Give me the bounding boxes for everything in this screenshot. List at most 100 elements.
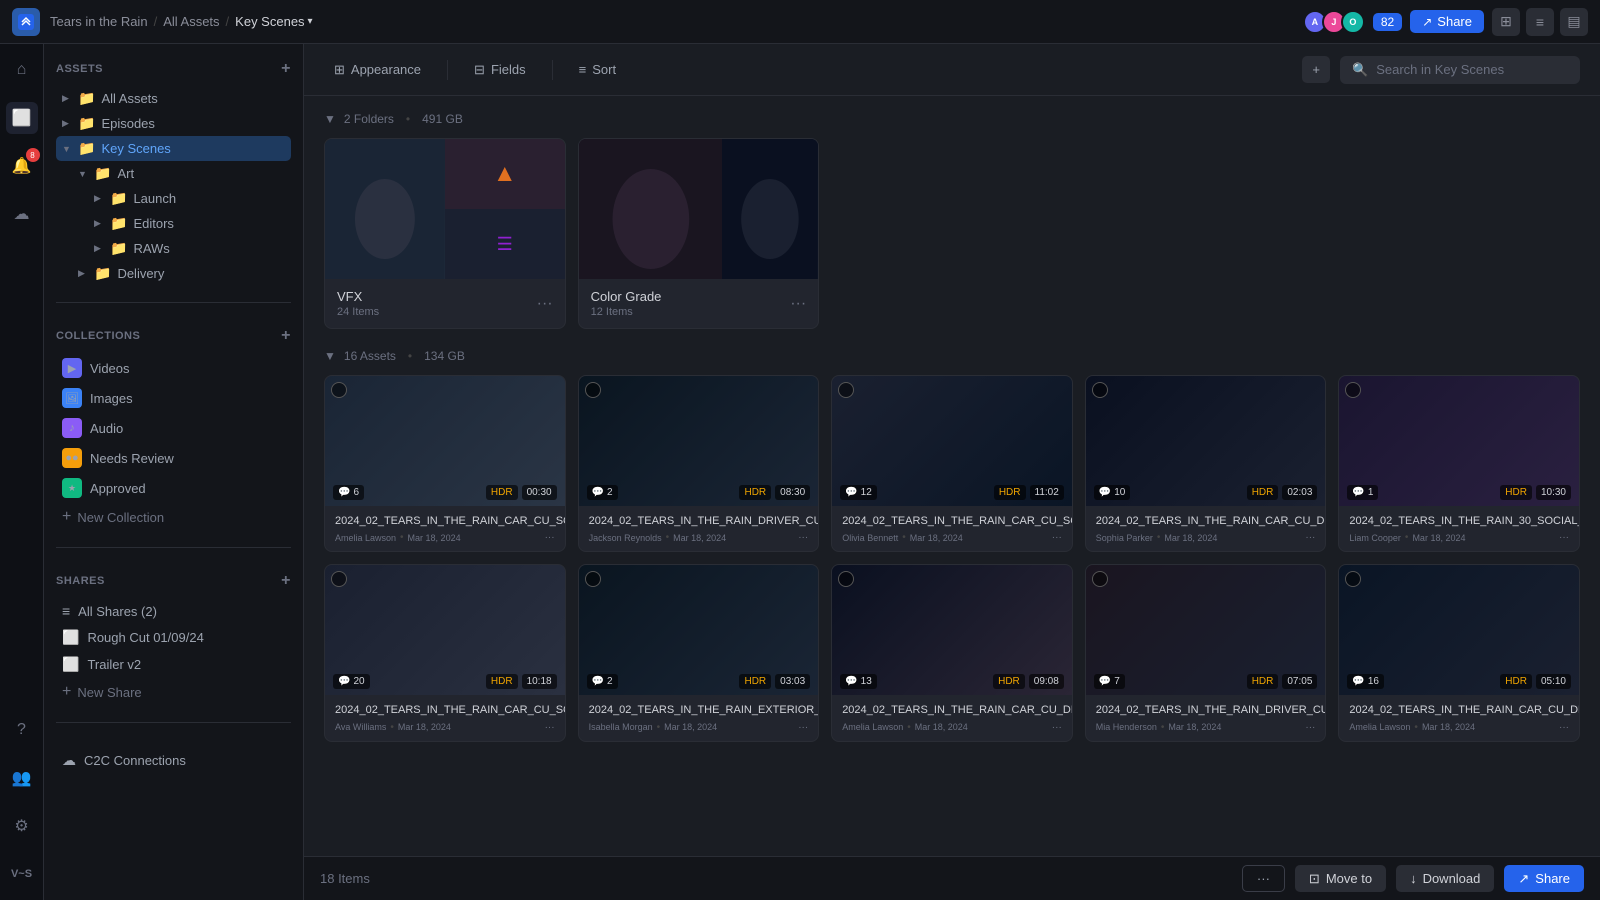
share-all-shares[interactable]: ≡ All Shares (2) xyxy=(56,598,291,624)
collection-icon: ●● xyxy=(62,448,82,468)
asset-author: Amelia Lawson • Mar 18, 2024 xyxy=(335,532,461,543)
collection-images[interactable]: 🖼 Images xyxy=(56,383,291,413)
asset-card[interactable]: 💬 10 HDR 02:03 2024_02_TEARS_IN_THE_RAIN… xyxy=(1085,375,1327,552)
sidebar-item-episodes[interactable]: ▶ 📁 Episodes xyxy=(56,111,291,136)
folder-more-button[interactable]: ··· xyxy=(537,295,553,313)
settings-icon[interactable]: ⚙ xyxy=(6,810,38,842)
asset-card[interactable]: 💬 20 HDR 10:18 2024_02_TEARS_IN_THE_RAIN… xyxy=(324,564,566,741)
asset-more-button[interactable]: ··· xyxy=(798,532,808,543)
share-trailer-v2[interactable]: ⬜ Trailer v2 xyxy=(56,651,291,678)
collection-audio[interactable]: ♪ Audio xyxy=(56,413,291,443)
asset-more-button[interactable]: ··· xyxy=(1559,532,1569,543)
asset-select-checkbox[interactable] xyxy=(1345,382,1361,398)
sidebar-item-all-assets[interactable]: ▶ 📁 All Assets xyxy=(56,86,291,111)
add-collection-button[interactable]: + xyxy=(281,327,291,345)
asset-select-checkbox[interactable] xyxy=(838,382,854,398)
sidebar-item-raws[interactable]: ▶ 📁 RAWs xyxy=(88,236,291,261)
plus-icon: + xyxy=(1312,62,1320,77)
asset-more-button[interactable]: ··· xyxy=(545,532,555,543)
move-to-button[interactable]: ⊡ Move to xyxy=(1295,865,1386,892)
asset-more-button[interactable]: ··· xyxy=(1305,722,1315,733)
asset-select-checkbox[interactable] xyxy=(331,571,347,587)
asset-more-button[interactable]: ··· xyxy=(1052,722,1062,733)
asset-card[interactable]: 💬 7 HDR 07:05 2024_02_TEARS_IN_THE_RAIN_… xyxy=(1085,564,1327,741)
asset-select-checkbox[interactable] xyxy=(585,571,601,587)
asset-name: 2024_02_TEARS_IN_THE_RAIN_30_SOCIAL_TEAS… xyxy=(1349,514,1569,528)
sidebar-item-art[interactable]: ▼ 📁 Art xyxy=(72,161,291,186)
share-button[interactable]: ↗ Share xyxy=(1504,865,1584,892)
fields-button[interactable]: ⊟ Fields xyxy=(464,56,536,84)
asset-more-button[interactable]: ··· xyxy=(1559,722,1569,733)
notifications-icon[interactable]: 🔔 8 xyxy=(6,150,38,182)
hdr-badge: HDR xyxy=(1247,674,1279,689)
asset-card[interactable]: 💬 2 HDR 03:03 2024_02_TEARS_IN_THE_RAIN_… xyxy=(578,564,820,741)
share-rough-cut[interactable]: ⬜ Rough Cut 01/09/24 xyxy=(56,624,291,651)
sidebar-item-delivery[interactable]: ▶ 📁 Delivery xyxy=(72,261,291,286)
detail-view-icon[interactable]: ▤ xyxy=(1560,8,1588,36)
asset-more-button[interactable]: ··· xyxy=(1052,532,1062,543)
project-name[interactable]: Tears in the Rain xyxy=(50,14,148,29)
collection-videos[interactable]: ▶ Videos xyxy=(56,353,291,383)
sidebar-item-editors[interactable]: ▶ 📁 Editors xyxy=(88,211,291,236)
all-assets-link[interactable]: All Assets xyxy=(163,14,219,29)
asset-select-checkbox[interactable] xyxy=(331,382,347,398)
asset-thumbnail: 💬 2 HDR 08:30 xyxy=(579,376,819,506)
collection-icon: ♪ xyxy=(62,418,82,438)
add-asset-button[interactable]: + xyxy=(1302,56,1330,83)
home-icon[interactable]: ⌂ xyxy=(6,54,38,86)
asset-card[interactable]: 💬 16 HDR 05:10 2024_02_TEARS_IN_THE_RAIN… xyxy=(1338,564,1580,741)
users-icon[interactable]: 👥 xyxy=(6,762,38,794)
asset-select-checkbox[interactable] xyxy=(585,382,601,398)
c2c-section: ☁ C2C Connections xyxy=(44,731,303,782)
chevron-icon: ▶ xyxy=(78,268,88,279)
new-collection-button[interactable]: + New Collection xyxy=(56,503,291,531)
asset-select-checkbox[interactable] xyxy=(1092,571,1108,587)
asset-card[interactable]: 💬 1 HDR 10:30 2024_02_TEARS_IN_THE_RAIN_… xyxy=(1338,375,1580,552)
avatar: O xyxy=(1341,10,1365,34)
more-options-button[interactable]: ··· xyxy=(1242,865,1285,892)
assets-section: Assets + ▶ 📁 All Assets ▶ 📁 Episodes ▼ 📁… xyxy=(44,44,303,294)
c2c-icon: ☁ xyxy=(62,752,76,769)
folder-card-color-grade[interactable]: Color Grade 12 Items ··· xyxy=(578,138,820,329)
asset-more-button[interactable]: ··· xyxy=(798,722,808,733)
sidebar-item-key-scenes[interactable]: ▼ 📁 Key Scenes xyxy=(56,136,291,161)
shares-section-header: Shares + xyxy=(56,572,291,590)
asset-card[interactable]: 💬 12 HDR 11:02 2024_02_TEARS_IN_THE_RAIN… xyxy=(831,375,1073,552)
asset-select-checkbox[interactable] xyxy=(838,571,854,587)
chevron-icon: ▶ xyxy=(62,93,72,104)
asset-card[interactable]: 💬 6 HDR 00:30 2024_02_TEARS_IN_THE_RAIN_… xyxy=(324,375,566,552)
sort-button[interactable]: ≡ Sort xyxy=(569,56,626,83)
collection-approved[interactable]: ★ Approved xyxy=(56,473,291,503)
folder-more-button[interactable]: ··· xyxy=(790,295,806,313)
list-view-icon[interactable]: ≡ xyxy=(1526,8,1554,36)
asset-card[interactable]: 💬 13 HDR 09:08 2024_02_TEARS_IN_THE_RAIN… xyxy=(831,564,1073,741)
asset-name: 2024_02_TEARS_IN_THE_RAIN_CAR_CU_SCENE_0… xyxy=(842,514,1062,528)
duration-badge: 05:10 xyxy=(1536,674,1571,689)
version-icon: V~S xyxy=(6,858,38,890)
share-button[interactable]: ↗ Share xyxy=(1410,10,1484,33)
help-icon[interactable]: ? xyxy=(6,714,38,746)
sidebar-item-launch[interactable]: ▶ 📁 Launch xyxy=(88,186,291,211)
asset-more-button[interactable]: ··· xyxy=(1305,532,1315,543)
asset-card[interactable]: 💬 2 HDR 08:30 2024_02_TEARS_IN_THE_RAIN_… xyxy=(578,375,820,552)
hdr-badge: HDR xyxy=(486,485,518,500)
download-button[interactable]: ↓ Download xyxy=(1396,865,1494,892)
asset-more-button[interactable]: ··· xyxy=(545,722,555,733)
assets-icon[interactable]: ⬜ xyxy=(6,102,38,134)
toolbar-separator xyxy=(447,60,448,80)
collection-needs-review[interactable]: ●● Needs Review xyxy=(56,443,291,473)
chevron-icon: ▶ xyxy=(94,243,104,254)
folder-card-vfx[interactable]: ▲ ☰ VFX 24 Items xyxy=(324,138,566,329)
art-children: ▶ 📁 Launch ▶ 📁 Editors ▶ 📁 RAWs xyxy=(72,186,291,261)
c2c-connections[interactable]: ☁ C2C Connections xyxy=(56,747,291,774)
add-share-button[interactable]: + xyxy=(281,572,291,590)
upload-icon[interactable]: ☁ xyxy=(6,198,38,230)
asset-select-checkbox[interactable] xyxy=(1092,382,1108,398)
add-asset-button[interactable]: + xyxy=(281,60,291,78)
asset-info: 2024_02_TEARS_IN_THE_RAIN_EXTERIOR_CAR_C… xyxy=(579,695,819,740)
search-box[interactable]: 🔍 Search in Key Scenes xyxy=(1340,56,1580,84)
new-share-button[interactable]: + New Share xyxy=(56,678,291,706)
appearance-button[interactable]: ⊞ Appearance xyxy=(324,56,431,84)
grid-view-icon[interactable]: ⊞ xyxy=(1492,8,1520,36)
asset-select-checkbox[interactable] xyxy=(1345,571,1361,587)
